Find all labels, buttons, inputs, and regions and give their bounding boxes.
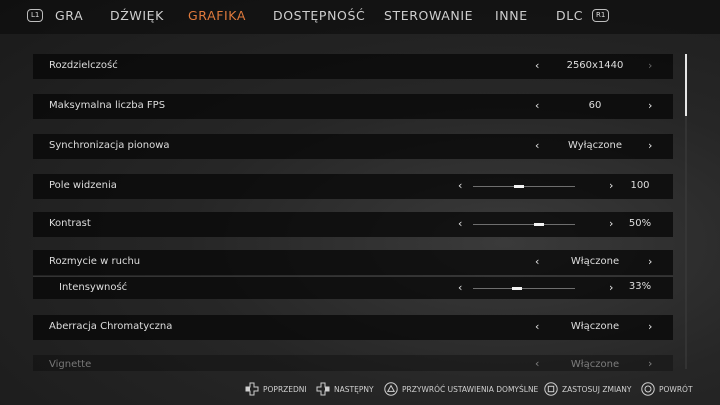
setting-value: Włączone bbox=[570, 256, 620, 267]
setting-label: Rozmycie w ruchu bbox=[49, 256, 141, 267]
setting-value: Wyłączone bbox=[568, 140, 622, 151]
setting-row-motion-blur-intensity[interactable]: Intensywność ‹ › 33% bbox=[33, 276, 673, 299]
chevron-left-icon[interactable]: ‹ bbox=[458, 217, 462, 230]
l1-bumper-icon[interactable]: L1 bbox=[27, 9, 44, 22]
tab-gra[interactable]: GRA bbox=[55, 8, 83, 23]
circle-button-icon bbox=[641, 382, 655, 396]
setting-row-motion-blur[interactable]: Rozmycie w ruchu ‹ Włączone › bbox=[33, 250, 673, 275]
setting-label: Kontrast bbox=[49, 218, 91, 229]
chevron-right-icon[interactable]: › bbox=[648, 139, 652, 152]
setting-value: 33% bbox=[628, 281, 652, 292]
apply-changes-button[interactable]: ZASTOSUJ ZMIANY bbox=[544, 382, 632, 396]
slider-handle[interactable] bbox=[513, 185, 524, 188]
setting-row-vsync[interactable]: Synchronizacja pionowa ‹ Wyłączone › bbox=[33, 134, 673, 159]
setting-row-max-fps[interactable]: Maksymalna liczba FPS ‹ 60 › bbox=[33, 94, 673, 119]
slider-track[interactable] bbox=[473, 287, 575, 290]
setting-value: 60 bbox=[588, 100, 602, 111]
chevron-right-icon[interactable]: › bbox=[648, 59, 652, 72]
tab-dzwiek[interactable]: DŹWIĘK bbox=[110, 8, 164, 23]
setting-label: Rozdzielczość bbox=[49, 60, 118, 71]
chevron-left-icon[interactable]: ‹ bbox=[535, 139, 539, 152]
restore-defaults-button[interactable]: PRZYWRÓĆ USTAWIENIA DOMYŚLNE bbox=[384, 382, 538, 396]
slider-track[interactable] bbox=[473, 223, 575, 226]
setting-label: Maksymalna liczba FPS bbox=[49, 100, 166, 111]
previous-button[interactable]: POPRZEDNI bbox=[245, 382, 307, 396]
square-button-icon bbox=[544, 382, 558, 396]
setting-value: 100 bbox=[630, 180, 650, 191]
tab-dlc[interactable]: DLC bbox=[556, 8, 583, 23]
chevron-right-icon[interactable]: › bbox=[648, 357, 652, 370]
slider-handle[interactable] bbox=[511, 287, 522, 290]
dpad-left-icon bbox=[245, 382, 259, 396]
setting-row-chromatic-aberration[interactable]: Aberracja Chromatyczna ‹ Włączone › bbox=[33, 315, 673, 340]
chevron-left-icon[interactable]: ‹ bbox=[458, 179, 462, 192]
previous-label: POPRZEDNI bbox=[263, 384, 307, 394]
chevron-left-icon[interactable]: ‹ bbox=[458, 281, 462, 294]
setting-label: Synchronizacja pionowa bbox=[49, 140, 170, 151]
chevron-right-icon[interactable]: › bbox=[609, 281, 613, 294]
apply-changes-label: ZASTOSUJ ZMIANY bbox=[562, 384, 632, 394]
tab-inne[interactable]: INNE bbox=[495, 8, 528, 23]
setting-row-vignette[interactable]: Vignette ‹ Włączone › bbox=[33, 355, 673, 371]
next-button[interactable]: NASTĘPNY bbox=[316, 382, 374, 396]
scrollbar[interactable] bbox=[685, 54, 687, 369]
chevron-left-icon[interactable]: ‹ bbox=[535, 320, 539, 333]
chevron-right-icon[interactable]: › bbox=[609, 217, 613, 230]
setting-label: Intensywność bbox=[59, 282, 128, 293]
setting-label: Aberracja Chromatyczna bbox=[49, 321, 173, 332]
restore-defaults-label: PRZYWRÓĆ USTAWIENIA DOMYŚLNE bbox=[402, 384, 539, 394]
triangle-button-icon bbox=[384, 382, 398, 396]
chevron-left-icon[interactable]: ‹ bbox=[535, 255, 539, 268]
slider-track[interactable] bbox=[473, 185, 575, 188]
setting-row-field-of-view[interactable]: Pole widzenia ‹ › 100 bbox=[33, 174, 673, 199]
chevron-right-icon[interactable]: › bbox=[648, 255, 652, 268]
setting-label: Pole widzenia bbox=[49, 180, 117, 191]
tab-grafika[interactable]: GRAFIKA bbox=[188, 8, 246, 23]
chevron-right-icon[interactable]: › bbox=[648, 99, 652, 112]
setting-value: Włączone bbox=[570, 321, 620, 332]
chevron-left-icon[interactable]: ‹ bbox=[535, 99, 539, 112]
chevron-left-icon[interactable]: ‹ bbox=[535, 59, 539, 72]
setting-value: 2560x1440 bbox=[566, 60, 624, 71]
tab-sterowanie[interactable]: STEROWANIE bbox=[384, 8, 473, 23]
back-label: POWRÓT bbox=[659, 384, 693, 394]
r1-bumper-icon[interactable]: R1 bbox=[592, 9, 610, 22]
setting-value: Włączone bbox=[570, 359, 620, 370]
setting-row-contrast[interactable]: Kontrast ‹ › 50% bbox=[33, 212, 673, 237]
chevron-right-icon[interactable]: › bbox=[648, 320, 652, 333]
back-button[interactable]: POWRÓT bbox=[641, 382, 693, 396]
scrollbar-thumb[interactable] bbox=[685, 54, 687, 116]
chevron-right-icon[interactable]: › bbox=[609, 179, 613, 192]
setting-row-resolution[interactable]: Rozdzielczość ‹ 2560x1440 › bbox=[33, 54, 673, 79]
dpad-right-icon bbox=[316, 382, 330, 396]
next-label: NASTĘPNY bbox=[334, 384, 374, 394]
setting-label: Vignette bbox=[49, 359, 92, 370]
setting-value: 50% bbox=[628, 218, 652, 229]
tab-dostepnosc[interactable]: DOSTĘPNOŚĆ bbox=[273, 8, 365, 23]
slider-handle[interactable] bbox=[534, 223, 545, 226]
chevron-left-icon[interactable]: ‹ bbox=[535, 357, 539, 370]
settings-tab-bar: L1 GRA DŹWIĘK GRAFIKA DOSTĘPNOŚĆ STEROWA… bbox=[0, 0, 720, 34]
